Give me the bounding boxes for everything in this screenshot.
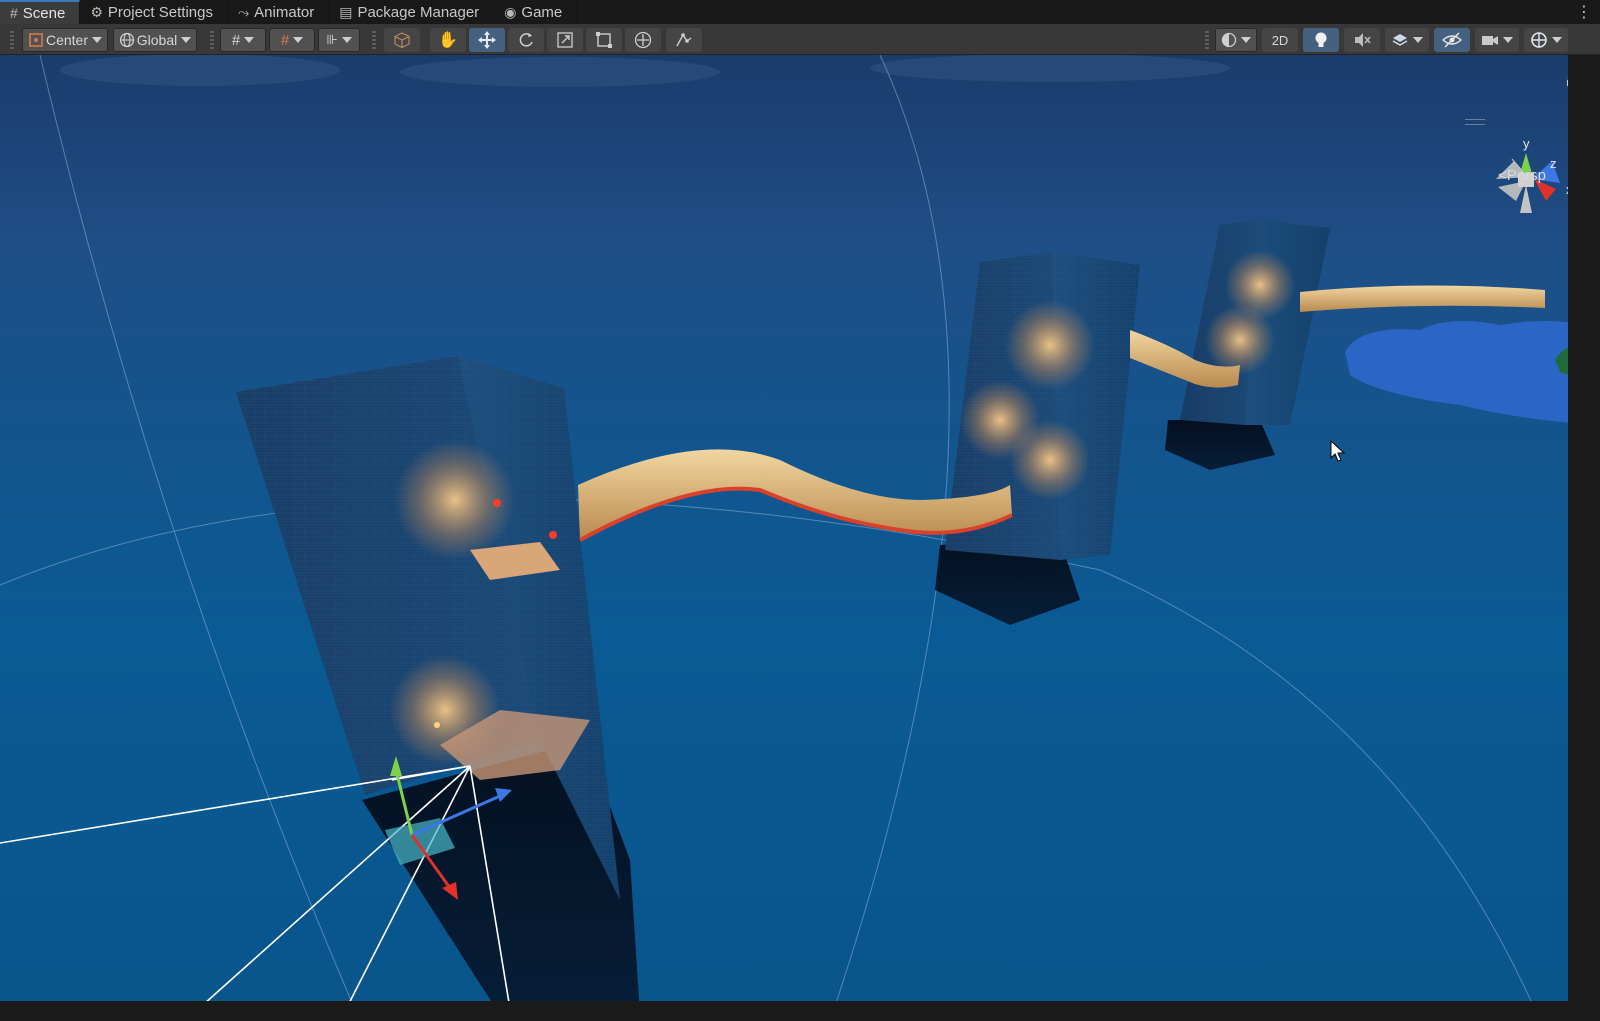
- overlay-drag-handle[interactable]: [1465, 119, 1485, 125]
- bridge-1: [578, 449, 1013, 542]
- rect-tool-icon: [596, 32, 612, 48]
- transform-tool-button[interactable]: [625, 28, 661, 52]
- window-bottom-edge: [0, 1001, 1600, 1021]
- scene-viewport[interactable]: y z x <Persp: [0, 55, 1600, 1021]
- grid-snapping-dropdown[interactable]: #: [269, 28, 315, 52]
- globe-icon: [119, 32, 134, 48]
- gear-icon: ⚙: [90, 3, 103, 20]
- snap-grid-icon: #: [280, 31, 290, 49]
- camera-icon: [1482, 36, 1498, 45]
- hand-tool-button[interactable]: ✋: [430, 28, 466, 52]
- toggle-2d-button[interactable]: 2D: [1262, 28, 1298, 52]
- effects-dropdown[interactable]: [1385, 28, 1429, 52]
- scale-icon: [557, 32, 573, 48]
- toolbar-grip: [1205, 31, 1209, 49]
- animator-icon: ⤳: [237, 3, 250, 20]
- move-arrows-icon: [478, 31, 496, 49]
- pivot-rotation-label: Global: [136, 32, 178, 48]
- chevron-down-icon: [1503, 37, 1513, 43]
- mouse-pointer-icon: [1330, 440, 1346, 462]
- pivot-mode-dropdown[interactable]: Center: [22, 28, 108, 52]
- tower-left: [236, 356, 640, 1015]
- increment-snap-dropdown[interactable]: ⊪: [318, 28, 360, 52]
- rotate-tool-button[interactable]: [508, 28, 544, 52]
- scene-toolbar: Center Global # # ⊪ ✋ 2D: [0, 24, 1600, 55]
- pivot-rotation-dropdown[interactable]: Global: [113, 28, 197, 52]
- scene-lighting-toggle[interactable]: [1303, 28, 1339, 52]
- toolbar-grip: [372, 31, 376, 49]
- toolbar-grip: [10, 31, 14, 49]
- rect-tool-button[interactable]: [586, 28, 622, 52]
- chevron-down-icon: [92, 37, 103, 43]
- tower-middle: [935, 252, 1140, 625]
- editor-tool-button[interactable]: [666, 28, 702, 52]
- chevron-down-icon: [1413, 37, 1423, 43]
- chevron-down-icon: [244, 37, 255, 43]
- hash-icon: #: [10, 5, 18, 21]
- grid-visibility-dropdown[interactable]: #: [220, 28, 266, 52]
- chevron-down-icon: [293, 37, 304, 43]
- projection-label: Persp: [1506, 167, 1546, 184]
- custom-editor-tool-icon: [676, 33, 692, 47]
- hidden-objects-toggle[interactable]: [1434, 28, 1470, 52]
- scene-render: [0, 55, 1600, 1021]
- gizmos-icon: [1531, 32, 1547, 48]
- custom-tool-button[interactable]: [384, 28, 420, 52]
- tab-label: Scene: [22, 4, 66, 22]
- tab-label: Project Settings: [107, 3, 213, 21]
- grid-icon: #: [231, 31, 241, 49]
- gizmos-dropdown[interactable]: [1524, 28, 1568, 52]
- axis-y-label: y: [1523, 136, 1530, 151]
- draw-mode-dropdown[interactable]: [1215, 28, 1257, 52]
- tab-label: Animator: [254, 3, 315, 21]
- chevron-down-icon: [181, 37, 192, 43]
- transform-icon: [634, 31, 652, 49]
- tab-label: Package Manager: [357, 3, 480, 21]
- shading-sphere-icon: [1221, 32, 1237, 48]
- tab-game[interactable]: ◉ Game: [494, 0, 578, 24]
- speaker-muted-icon: [1355, 33, 1371, 47]
- chevron-down-icon: [1552, 37, 1562, 43]
- package-icon: ▤: [339, 3, 353, 20]
- layers-effects-icon: [1392, 34, 1408, 46]
- pivot-center-icon: [29, 33, 43, 47]
- rotate-icon: [519, 33, 533, 47]
- pivot-mode-label: Center: [45, 32, 89, 48]
- tab-animator[interactable]: ⤳ Animator: [228, 0, 330, 24]
- toggle-2d-label: 2D: [1271, 32, 1289, 48]
- chevron-down-icon: [1241, 37, 1251, 43]
- chevron-left-icon: <: [1498, 167, 1507, 184]
- gamepad-icon: ◉: [504, 3, 517, 20]
- window-right-edge: [1568, 55, 1600, 1021]
- scene-grid-lines: [0, 55, 1541, 1021]
- projection-toggle[interactable]: <Persp: [1498, 167, 1546, 184]
- chevron-down-icon: [341, 37, 352, 43]
- sky-clouds: [60, 55, 1230, 87]
- cube-icon: [394, 32, 410, 49]
- eye-hidden-icon: [1442, 32, 1462, 48]
- more-options-icon[interactable]: ⋮: [1576, 2, 1592, 22]
- tab-label: Game: [521, 3, 563, 21]
- tower-right: [1165, 220, 1330, 470]
- tab-project-settings[interactable]: ⚙ Project Settings: [80, 0, 228, 24]
- tab-package-manager[interactable]: ▤ Package Manager: [329, 0, 495, 24]
- window-tab-bar: # Scene ⚙ Project Settings ⤳ Animator ▤ …: [0, 0, 1600, 24]
- axis-z-label: z: [1550, 156, 1557, 171]
- cloud-island: [1345, 321, 1600, 425]
- tab-scene[interactable]: # Scene: [0, 0, 81, 24]
- lightbulb-icon: [1315, 32, 1327, 47]
- scale-tool-button[interactable]: [547, 28, 583, 52]
- toolbar-grip: [210, 31, 214, 49]
- ruler-icon: ⊪: [326, 32, 338, 47]
- hand-icon: ✋: [438, 32, 458, 49]
- move-tool-button[interactable]: [469, 28, 505, 52]
- audio-toggle[interactable]: [1344, 28, 1380, 52]
- scene-camera-dropdown[interactable]: [1475, 28, 1519, 52]
